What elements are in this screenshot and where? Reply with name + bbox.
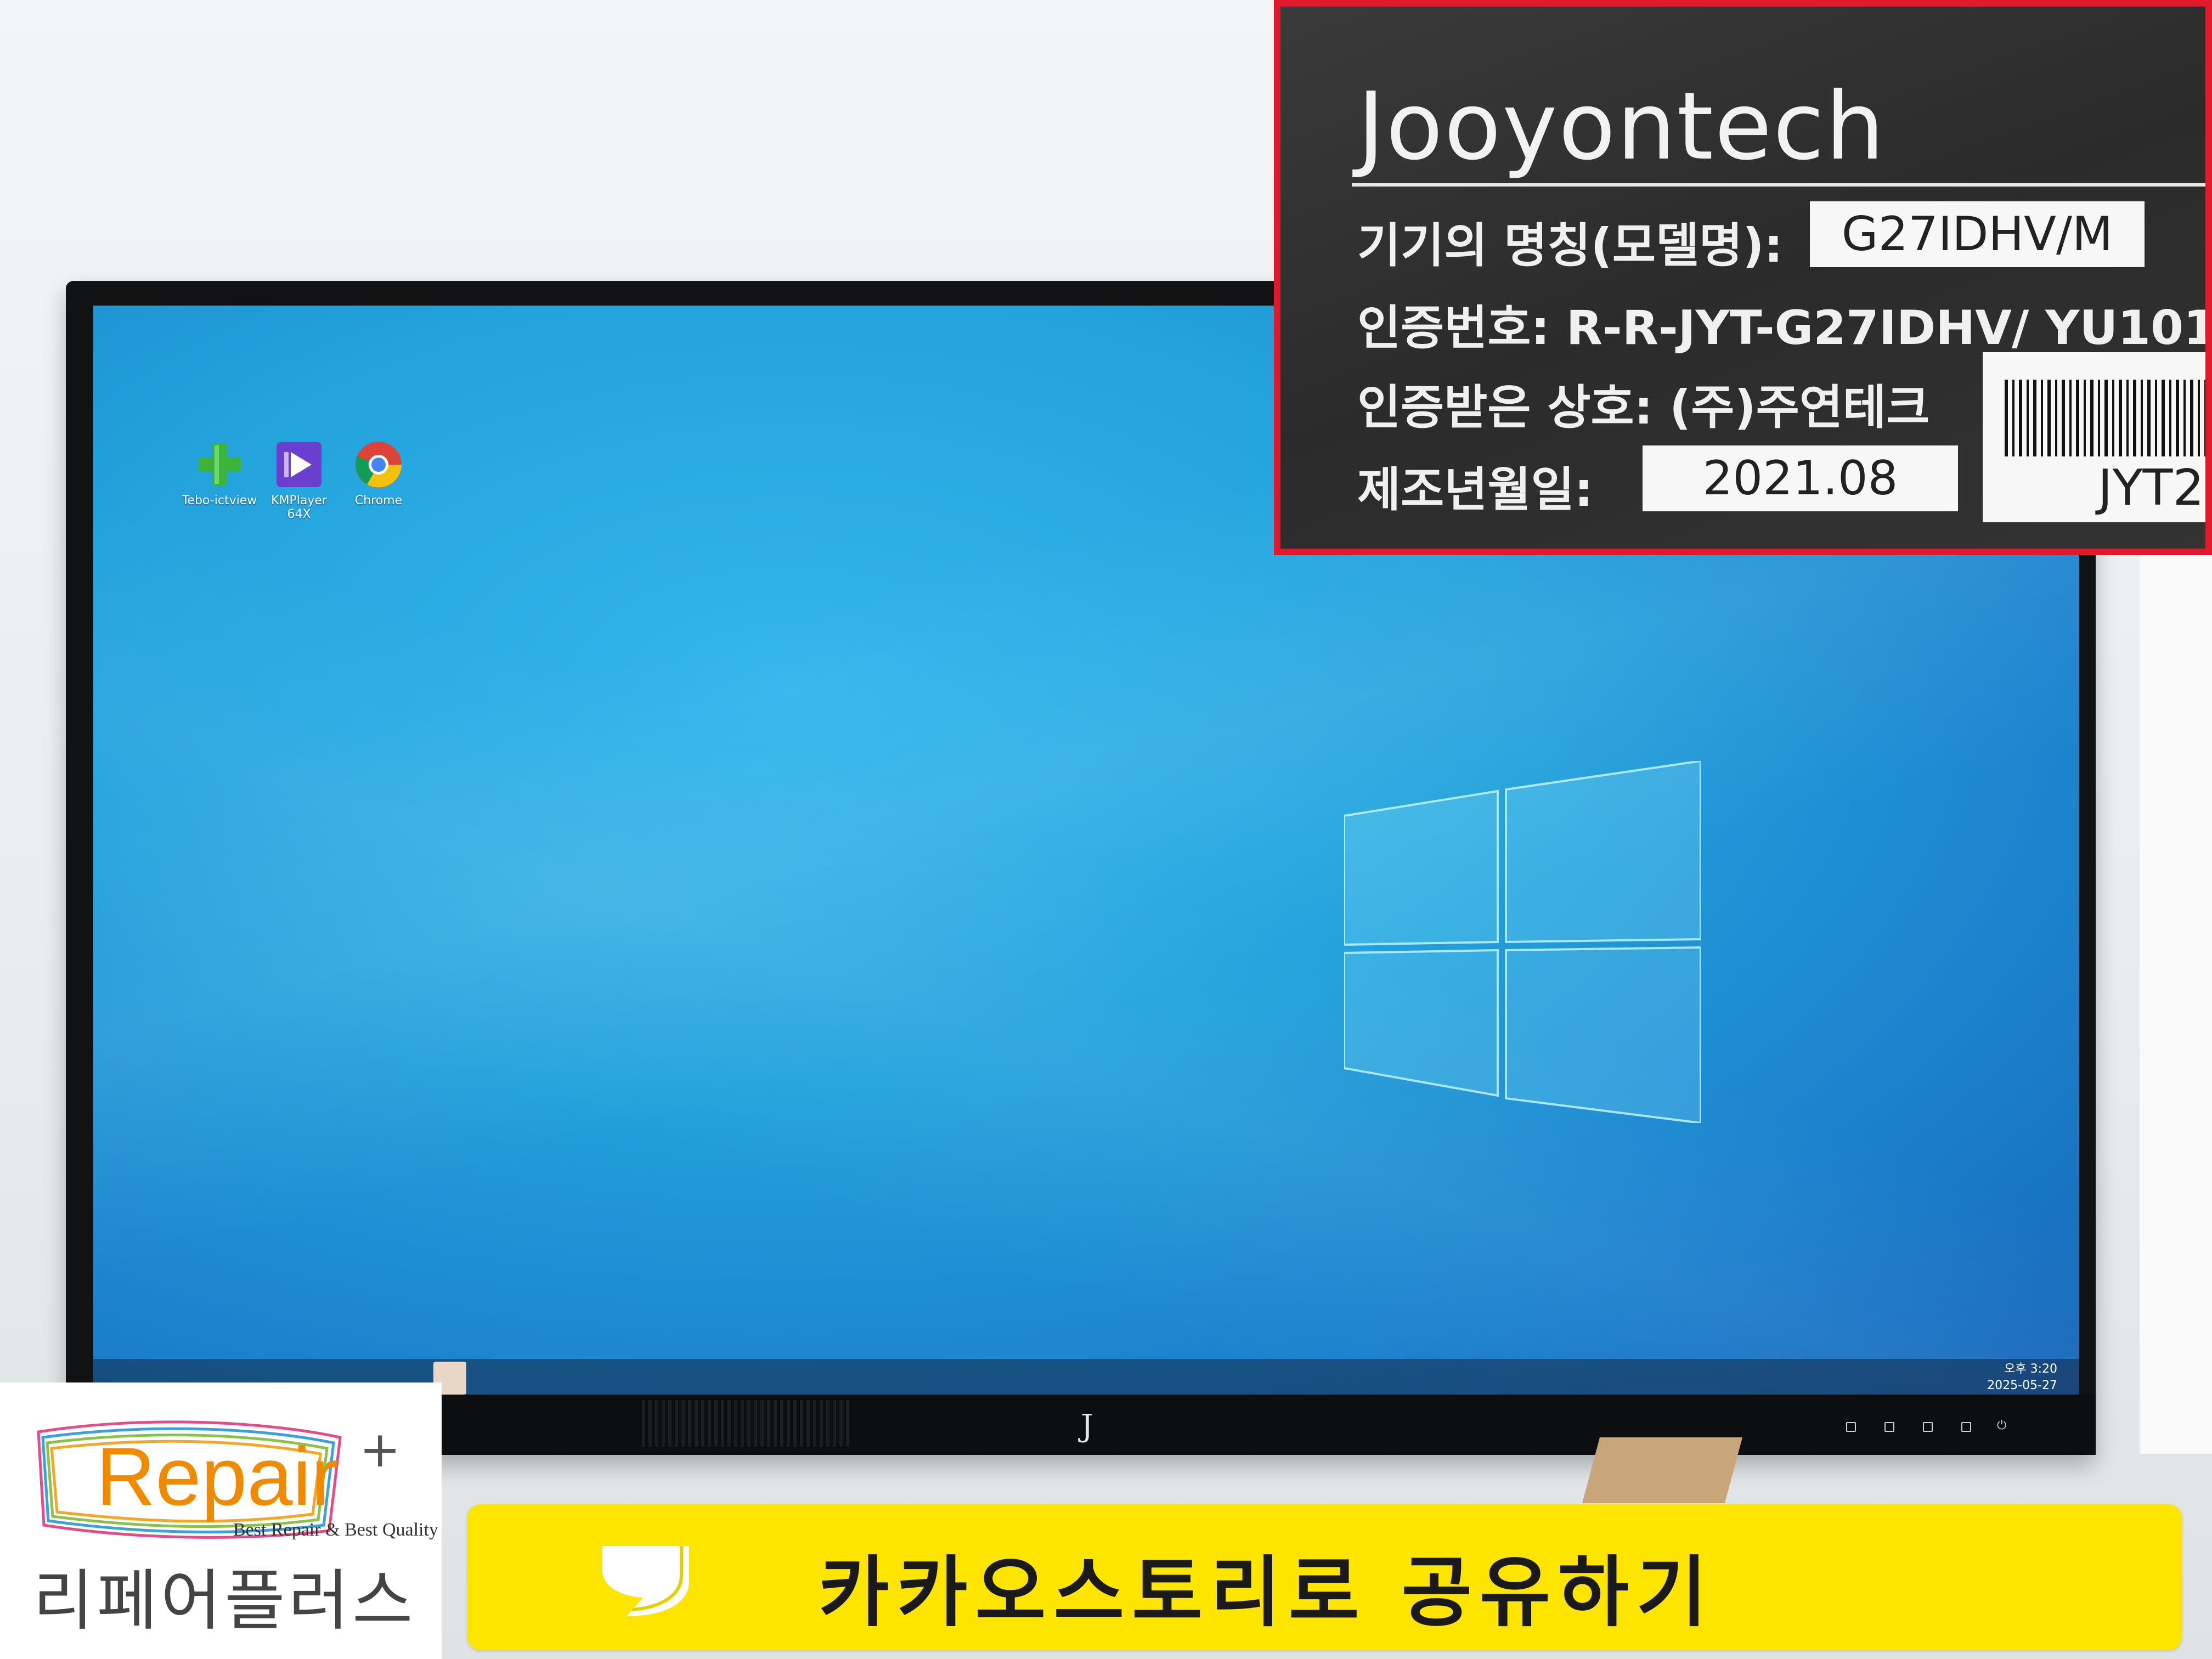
chrome-icon [354, 440, 403, 489]
desktop-icon-label: Tebo-ictview [182, 494, 257, 507]
taskbar-clock[interactable]: 오후 3:20 2025-05-27 [1987, 1361, 2057, 1394]
kakaostory-share-label: 카카오스토리로 공유하기 [819, 1548, 1715, 1638]
kmplayer-icon [274, 440, 324, 489]
label-model-value: G27IDHV/M [1810, 201, 2145, 267]
monitor-button[interactable] [1961, 1422, 1971, 1432]
barcode-bars [2005, 380, 2205, 456]
power-icon[interactable]: ⏻ [1997, 1419, 2006, 1432]
product-label-inset: Jooyontech 기기의 명칭(모델명): G27IDHV/M 인증번호: … [1274, 0, 2212, 555]
windows-logo-icon [1344, 761, 1701, 1123]
monitor-brand-logo: J [1081, 1408, 1093, 1444]
monitor-button[interactable] [1884, 1422, 1894, 1432]
label-cert-number: 인증번호: R-R-JYT-G27IDHV/ YU101 [1357, 301, 2212, 356]
repairplus-korean-name: 리페어플러스 [33, 1563, 416, 1639]
background-panel [2140, 521, 2212, 1454]
wooden-block [1582, 1437, 1743, 1503]
barcode: JYT2 [1983, 352, 2205, 522]
desktop-icon-tebo[interactable]: Tebo-ictview [181, 440, 258, 507]
label-brand: Jooyontech [1357, 72, 1886, 181]
repairplus-branding: Repair + Best Repair & Best Quality 리페어플… [0, 1383, 442, 1659]
kakaostory-share-button[interactable]: 카카오스토리로 공유하기 [467, 1504, 2182, 1650]
repairplus-logo-plus: + [359, 1421, 401, 1479]
label-divider [1352, 183, 2205, 187]
plus-app-icon [195, 440, 244, 489]
clock-time: 오후 3:20 [2004, 1362, 2057, 1376]
label-manufacture-date: 제조년월일: [1357, 462, 1593, 517]
desktop-icon-kmplayer[interactable]: KMPlayer 64X [261, 440, 337, 521]
clock-date: 2025-05-27 [1987, 1379, 2057, 1392]
kakaostory-icon [602, 1546, 689, 1616]
label-model-name: 기기의 명칭(모델명): [1357, 218, 1783, 273]
bezel-vent [642, 1400, 850, 1447]
photo-scene: Tebo-ictview KMPlayer 64X Chrome 오후 3:20… [0, 0, 2212, 1659]
desktop-icon-label: KMPlayer 64X [271, 494, 327, 521]
label-company: 인증받은 상호: (주)주연테크 [1357, 380, 1930, 435]
repairplus-logo-word: Repair [96, 1430, 338, 1522]
repairplus-tagline: Best Repair & Best Quality [233, 1520, 438, 1540]
desktop-icon-chrome[interactable]: Chrome [340, 440, 417, 507]
label-date-value: 2021.08 [1643, 445, 1958, 511]
desktop-icon-label: Chrome [354, 494, 403, 507]
monitor-button[interactable] [1923, 1422, 1933, 1432]
monitor-button[interactable] [1846, 1422, 1856, 1432]
barcode-text: JYT2 [2098, 459, 2204, 517]
